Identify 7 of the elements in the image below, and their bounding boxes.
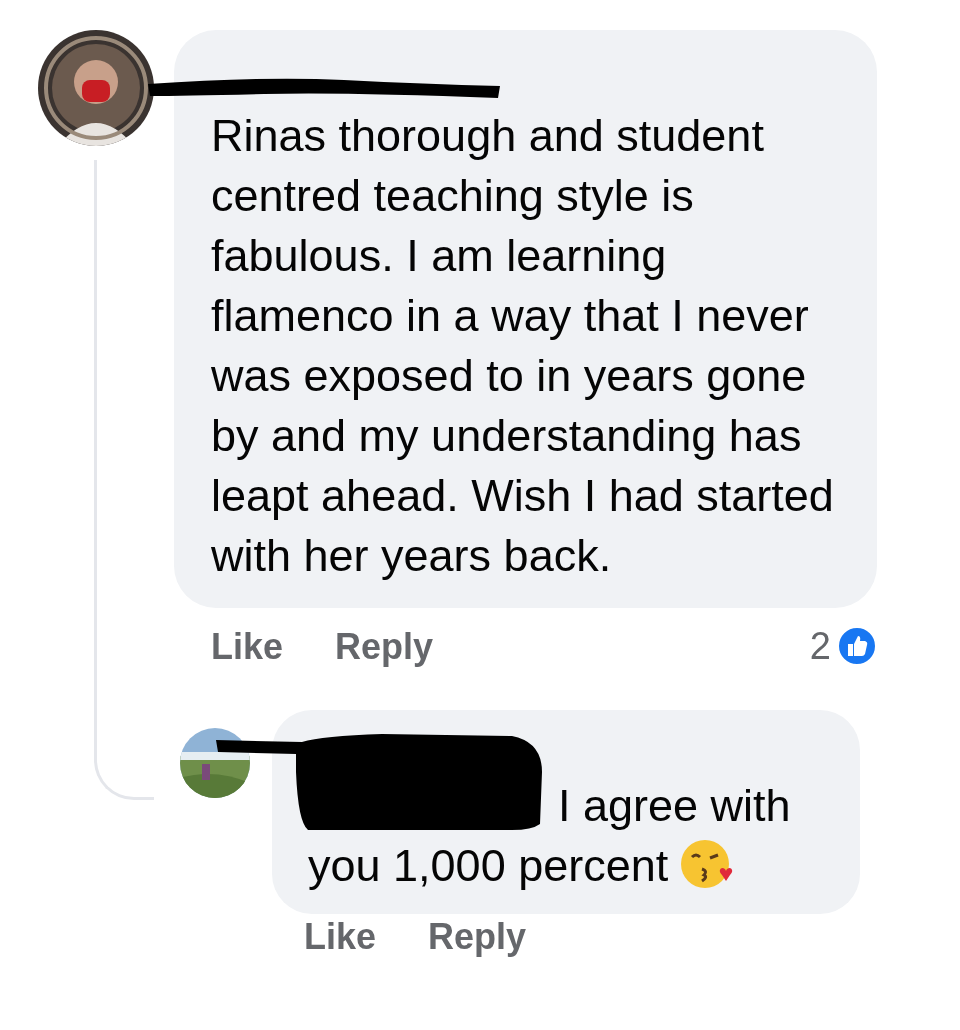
comment-text: Rinas thorough and student centred teaching style is fabulous. I am learning flamenco in a way that I never was exposed to in years gone by and my understanding has leapt ahead. Wish I had started with her years back. [211, 109, 835, 583]
like-link[interactable]: Like [304, 916, 377, 958]
like-link[interactable]: Like [211, 626, 284, 668]
like-icon[interactable] [837, 626, 877, 666]
reaction-count: 2 [809, 624, 831, 668]
reply-link[interactable]: Reply [335, 626, 434, 668]
reply-link[interactable]: Reply [428, 916, 527, 958]
